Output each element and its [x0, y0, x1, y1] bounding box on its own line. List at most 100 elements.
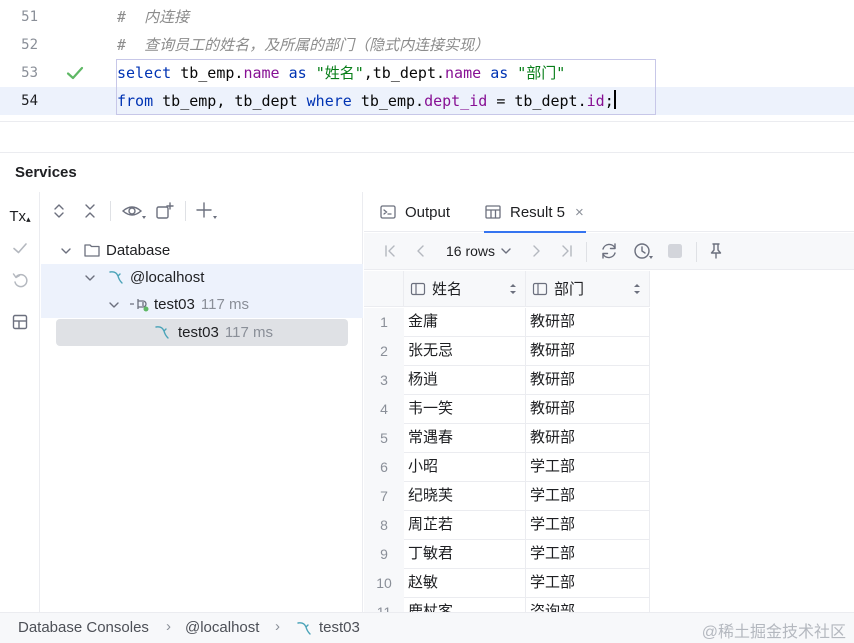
result-grid[interactable]: 姓名 部门 1 金庸 教研部 2 张无忌 教研部 3 杨逍 教研部 4 韦一笑 教研部 5 常遇春… — [364, 271, 854, 612]
column-icon — [532, 282, 548, 295]
stop-icon[interactable] — [663, 239, 687, 263]
tree-item-session[interactable]: test03 117 ms — [41, 291, 363, 318]
tab-output[interactable]: Output — [379, 192, 450, 232]
table-row[interactable]: 1 金庸 教研部 — [364, 308, 650, 337]
breadcrumb-test03[interactable]: test03 — [319, 619, 360, 636]
cell-dept[interactable]: 学工部 — [526, 569, 650, 598]
cell-name[interactable]: 丁敏君 — [404, 540, 526, 569]
cell-dept[interactable]: 学工部 — [526, 482, 650, 511]
cell-name[interactable]: 鹿杖客 — [404, 598, 526, 612]
table-row[interactable]: 9 丁敏君 学工部 — [364, 540, 650, 569]
console-icon — [380, 205, 396, 219]
toolbar-separator — [696, 242, 697, 262]
table-row[interactable]: 2 张无忌 教研部 — [364, 337, 650, 366]
cell-name[interactable]: 周芷若 — [404, 511, 526, 540]
cell-name[interactable]: 赵敏 — [404, 569, 526, 598]
mysql-icon — [297, 622, 311, 635]
line-number: 52 — [21, 37, 38, 53]
row-number: 4 — [364, 395, 404, 424]
tree-item-label: Database — [106, 242, 171, 259]
table-row[interactable]: 11 鹿杖客 咨询部 — [364, 598, 650, 612]
row-number: 10 — [364, 569, 404, 598]
tx-mode-button[interactable]: Tx ▴ — [8, 204, 32, 228]
check-icon[interactable] — [66, 64, 84, 82]
collapse-all-icon[interactable] — [78, 199, 102, 223]
editor-line: 51 # 内连接 — [0, 3, 854, 31]
expand-all-icon[interactable] — [47, 199, 71, 223]
table-row[interactable]: 6 小昭 学工部 — [364, 453, 650, 482]
cell-dept[interactable]: 学工部 — [526, 540, 650, 569]
cell-name[interactable]: 小昭 — [404, 453, 526, 482]
page-size-select[interactable]: 16 rows — [446, 239, 512, 263]
chevron-down-icon[interactable] — [106, 291, 122, 318]
reload-icon[interactable] — [597, 239, 621, 263]
folder-icon — [84, 244, 100, 257]
cell-name[interactable]: 杨逍 — [404, 366, 526, 395]
cell-dept[interactable]: 教研部 — [526, 366, 650, 395]
statement-highlight — [116, 59, 656, 115]
sql-editor[interactable]: 51 # 内连接 52 # 查询员工的姓名，及所属的部门（隐式内连接实现） 53… — [0, 0, 854, 122]
tree-item-localhost[interactable]: @localhost — [41, 264, 363, 291]
first-page-icon[interactable] — [378, 239, 402, 263]
close-icon[interactable]: × — [575, 204, 584, 221]
last-page-icon[interactable] — [555, 239, 579, 263]
code-comment: # 查询员工的姓名，及所属的部门（隐式内连接实现） — [117, 36, 490, 54]
plug-icon — [130, 299, 149, 312]
table-row[interactable]: 7 纪晓芙 学工部 — [364, 482, 650, 511]
console-time: 117 ms — [224, 324, 273, 341]
cell-dept[interactable]: 教研部 — [526, 308, 650, 337]
cell-dept[interactable]: 咨询部 — [526, 598, 650, 612]
table-row[interactable]: 4 韦一笑 教研部 — [364, 395, 650, 424]
table-row[interactable]: 3 杨逍 教研部 — [364, 366, 650, 395]
add-service-icon[interactable] — [193, 199, 221, 223]
previous-page-icon[interactable] — [409, 239, 433, 263]
cell-dept[interactable]: 教研部 — [526, 337, 650, 366]
cell-dept[interactable]: 学工部 — [526, 453, 650, 482]
breadcrumb-database-consoles[interactable]: Database Consoles — [18, 619, 149, 636]
cell-name[interactable]: 常遇春 — [404, 424, 526, 453]
tab-label: Result 5 — [510, 203, 566, 221]
cell-dept[interactable]: 教研部 — [526, 395, 650, 424]
chevron-right-icon: › — [275, 618, 280, 635]
code-comment: # 内连接 — [117, 8, 190, 26]
cell-name[interactable]: 金庸 — [404, 308, 526, 337]
row-number: 3 — [364, 366, 404, 395]
tab-label: Output — [405, 203, 451, 221]
next-page-icon[interactable] — [524, 239, 548, 263]
cell-dept[interactable]: 教研部 — [526, 424, 650, 453]
session-time: 117 ms — [200, 296, 249, 313]
row-number: 7 — [364, 482, 404, 511]
grid-corner — [364, 271, 404, 307]
toolbar-separator — [586, 242, 587, 262]
breadcrumb-localhost[interactable]: @localhost — [185, 619, 259, 636]
tree-item-database[interactable]: Database — [41, 237, 363, 264]
cell-name[interactable]: 纪晓芙 — [404, 482, 526, 511]
pin-icon[interactable] — [704, 239, 728, 263]
column-header-dept[interactable]: 部门 — [526, 271, 650, 307]
new-group-icon[interactable] — [153, 199, 177, 223]
chevron-down-icon[interactable] — [58, 237, 74, 264]
cell-name[interactable]: 韦一笑 — [404, 395, 526, 424]
table-row[interactable]: 10 赵敏 学工部 — [364, 569, 650, 598]
column-header-label: 部门 — [554, 281, 585, 298]
column-header-name[interactable]: 姓名 — [404, 271, 526, 307]
layout-icon[interactable] — [8, 310, 32, 334]
sort-icon[interactable] — [633, 282, 641, 296]
row-number: 8 — [364, 511, 404, 540]
table-row[interactable]: 5 常遇春 教研部 — [364, 424, 650, 453]
table-row[interactable]: 8 周芷若 学工部 — [364, 511, 650, 540]
view-options-icon[interactable] — [119, 199, 149, 223]
rollback-icon[interactable] — [8, 268, 32, 292]
cell-name[interactable]: 张无忌 — [404, 337, 526, 366]
sort-icon[interactable] — [509, 282, 517, 296]
tree-item-label: @localhost — [130, 269, 205, 286]
tab-result[interactable]: Result 5 × — [484, 192, 586, 233]
column-header-label: 姓名 — [432, 281, 463, 298]
tree-item-console[interactable]: test03 117 ms — [41, 319, 363, 346]
chevron-down-icon[interactable] — [82, 264, 98, 291]
cell-dept[interactable]: 学工部 — [526, 511, 650, 540]
history-icon[interactable] — [631, 239, 655, 263]
chevron-right-icon: › — [166, 618, 171, 635]
line-number: 54 — [21, 93, 38, 109]
commit-icon[interactable] — [8, 236, 32, 260]
